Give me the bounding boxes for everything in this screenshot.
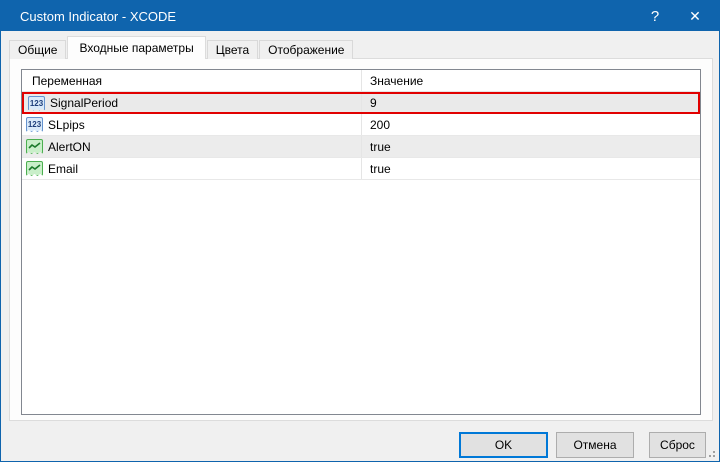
table-row[interactable]: 123 SignalPeriod 9 xyxy=(22,92,700,114)
table-row[interactable]: Email true xyxy=(22,158,700,180)
boolean-chart-icon xyxy=(26,161,43,176)
boolean-chart-icon xyxy=(26,139,43,154)
param-value[interactable]: true xyxy=(362,158,700,179)
close-button[interactable]: ✕ xyxy=(675,1,715,31)
tab-bar: Общие Входные параметры Цвета Отображени… xyxy=(9,37,354,59)
param-name: AlertON xyxy=(48,140,91,154)
table-header: Переменная Значение xyxy=(22,70,700,92)
param-name: SLpips xyxy=(48,118,85,132)
numeric-123-icon: 123 xyxy=(28,96,45,111)
table-row[interactable]: 123 SLpips 200 xyxy=(22,114,700,136)
param-value[interactable]: 200 xyxy=(362,114,700,135)
param-value[interactable]: 9 xyxy=(362,94,698,112)
window-title: Custom Indicator - XCODE xyxy=(1,9,635,24)
parameters-table[interactable]: Переменная Значение 123 SignalPeriod 9 1… xyxy=(21,69,701,415)
resize-grip[interactable] xyxy=(704,446,716,458)
numeric-123-icon: 123 xyxy=(26,117,43,132)
ok-button[interactable]: OK xyxy=(459,432,548,458)
title-bar[interactable]: Custom Indicator - XCODE ? ✕ xyxy=(1,1,719,31)
tab-colors[interactable]: Цвета xyxy=(207,40,258,59)
table-row[interactable]: AlertON true xyxy=(22,136,700,158)
column-header-variable: Переменная xyxy=(22,70,362,91)
param-name: Email xyxy=(48,162,78,176)
tab-inputs[interactable]: Входные параметры xyxy=(67,36,205,59)
reset-button[interactable]: Сброс xyxy=(649,432,706,458)
param-name: SignalPeriod xyxy=(50,96,118,110)
tab-common[interactable]: Общие xyxy=(9,40,66,59)
help-button[interactable]: ? xyxy=(635,1,675,31)
tab-visualization[interactable]: Отображение xyxy=(259,40,353,59)
param-value[interactable]: true xyxy=(362,136,700,157)
cancel-button[interactable]: Отмена xyxy=(556,432,634,458)
column-header-value: Значение xyxy=(362,70,700,91)
dialog-window: Custom Indicator - XCODE ? ✕ Общие Входн… xyxy=(0,0,720,462)
